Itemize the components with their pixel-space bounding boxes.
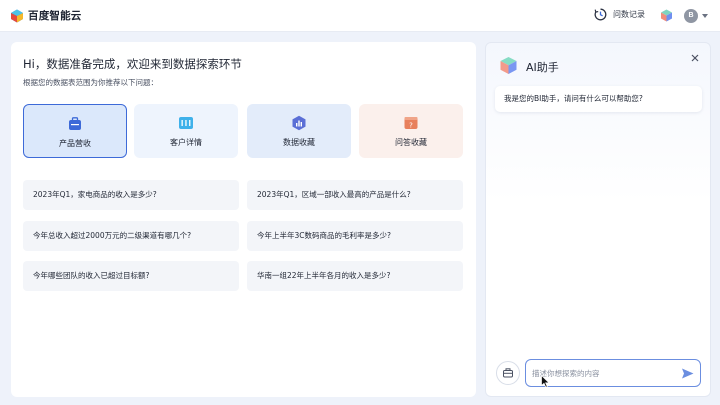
suggested-question[interactable]: 今年上半年3C数码商品的毛利率是多少? <box>247 221 463 251</box>
recommend-hint: 根据您的数据表范围为你推荐以下问题： <box>23 78 158 87</box>
brand[interactable]: 百度智能云 <box>10 8 82 23</box>
page-title: Hi，数据准备完成，欢迎来到数据探索环节 <box>23 57 242 71</box>
ai-input-box[interactable] <box>525 359 701 387</box>
category-label: 产品营收 <box>59 139 91 148</box>
history-clock-icon <box>594 8 607 21</box>
suggested-question[interactable]: 2023年Q1，区域一部收入最高的产品是什么? <box>247 180 463 210</box>
toolbox-button[interactable] <box>496 361 520 385</box>
ai-question-input[interactable] <box>532 363 672 383</box>
category-card-data-favorites[interactable]: 数据收藏 <box>247 104 351 158</box>
toolbox-icon <box>503 368 513 378</box>
svg-text:?: ? <box>409 122 413 130</box>
category-card-customer-details[interactable]: 客户详情 <box>134 104 238 158</box>
category-card-qa-favorites[interactable]: ? 问答收藏 <box>359 104 463 158</box>
suggested-question[interactable]: 华南一组22年上半年各月的收入是多少? <box>247 261 463 291</box>
user-avatar[interactable]: B <box>684 9 698 23</box>
main-panel: Hi，数据准备完成，欢迎来到数据探索环节 根据您的数据表范围为你推荐以下问题： … <box>11 42 476 397</box>
brand-name: 百度智能云 <box>28 10 82 22</box>
close-icon[interactable] <box>689 52 701 64</box>
ai-assistant-panel: AI助手 我是您的BI助手，请问有什么可以帮助您? <box>485 42 711 397</box>
hexagon-chart-icon <box>291 115 307 131</box>
top-bar: 百度智能云 问数记录 B <box>0 0 720 32</box>
cube-app-icon[interactable] <box>660 9 673 22</box>
chevron-down-icon[interactable] <box>702 14 708 18</box>
history-label: 问数记录 <box>613 10 645 19</box>
question-card-icon: ? <box>403 115 419 131</box>
history-button[interactable]: 问数记录 <box>594 8 645 21</box>
suggested-question[interactable]: 今年总收入超过2000万元的二级渠道有哪几个? <box>23 221 239 251</box>
suggested-question[interactable]: 今年哪些团队的收入已超过目标额? <box>23 261 239 291</box>
mouse-cursor-icon <box>541 375 550 388</box>
briefcase-icon <box>67 116 83 132</box>
category-label: 数据收藏 <box>283 138 315 147</box>
assistant-message: 我是您的BI助手，请问有什么可以帮助您? <box>495 86 702 112</box>
brand-logo-icon <box>11 9 23 22</box>
ai-panel-title: AI助手 <box>526 61 559 74</box>
table-icon <box>178 115 194 131</box>
category-label: 客户详情 <box>170 138 202 147</box>
suggested-question[interactable]: 2023年Q1，家电商品的收入是多少? <box>23 180 239 210</box>
category-label: 问答收藏 <box>395 138 427 147</box>
send-icon[interactable] <box>681 367 694 380</box>
category-card-product-revenue[interactable]: 产品营收 <box>23 104 127 158</box>
ai-cube-logo-icon <box>500 57 517 74</box>
